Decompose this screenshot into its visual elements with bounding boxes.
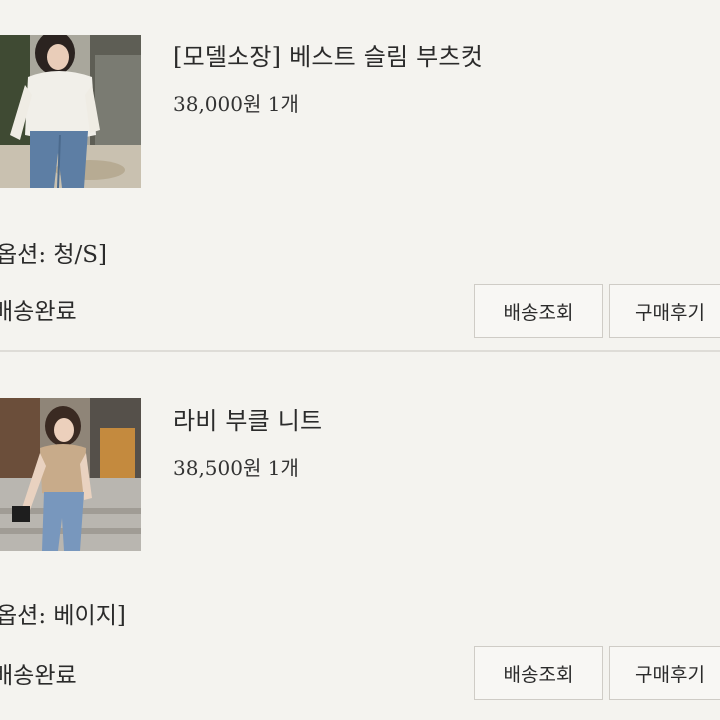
product-option: 옵션: 청/S] [0,242,108,268]
price-quantity: 38,500원 1개 [173,456,299,480]
price-quantity: 38,000원 1개 [173,92,299,116]
divider [0,350,720,352]
track-delivery-button[interactable]: 배송조회 [474,284,603,338]
product-name[interactable]: [모델소장] 베스트 슬림 부츠컷 [173,37,483,72]
delivery-status: 배송완료 [0,663,77,689]
product-option: 옵션: 베이지] [0,603,126,629]
write-review-button[interactable]: 구매후기 [609,284,720,338]
order-item: 라비 부클 니트 38,500원 1개 옵션: 베이지] 배송완료 배송조회 구… [0,362,720,720]
write-review-button[interactable]: 구매후기 [609,646,720,700]
order-history-page: [모델소장] 베스트 슬림 부츠컷 38,000원 1개 옵션: 청/S] 배송… [0,0,720,720]
product-thumbnail[interactable] [0,398,141,551]
delivery-status: 배송완료 [0,299,77,325]
product-name[interactable]: 라비 부클 니트 [173,401,322,436]
order-item: [모델소장] 베스트 슬림 부츠컷 38,000원 1개 옵션: 청/S] 배송… [0,0,720,362]
track-delivery-button[interactable]: 배송조회 [474,646,603,700]
product-thumbnail[interactable] [0,35,141,188]
